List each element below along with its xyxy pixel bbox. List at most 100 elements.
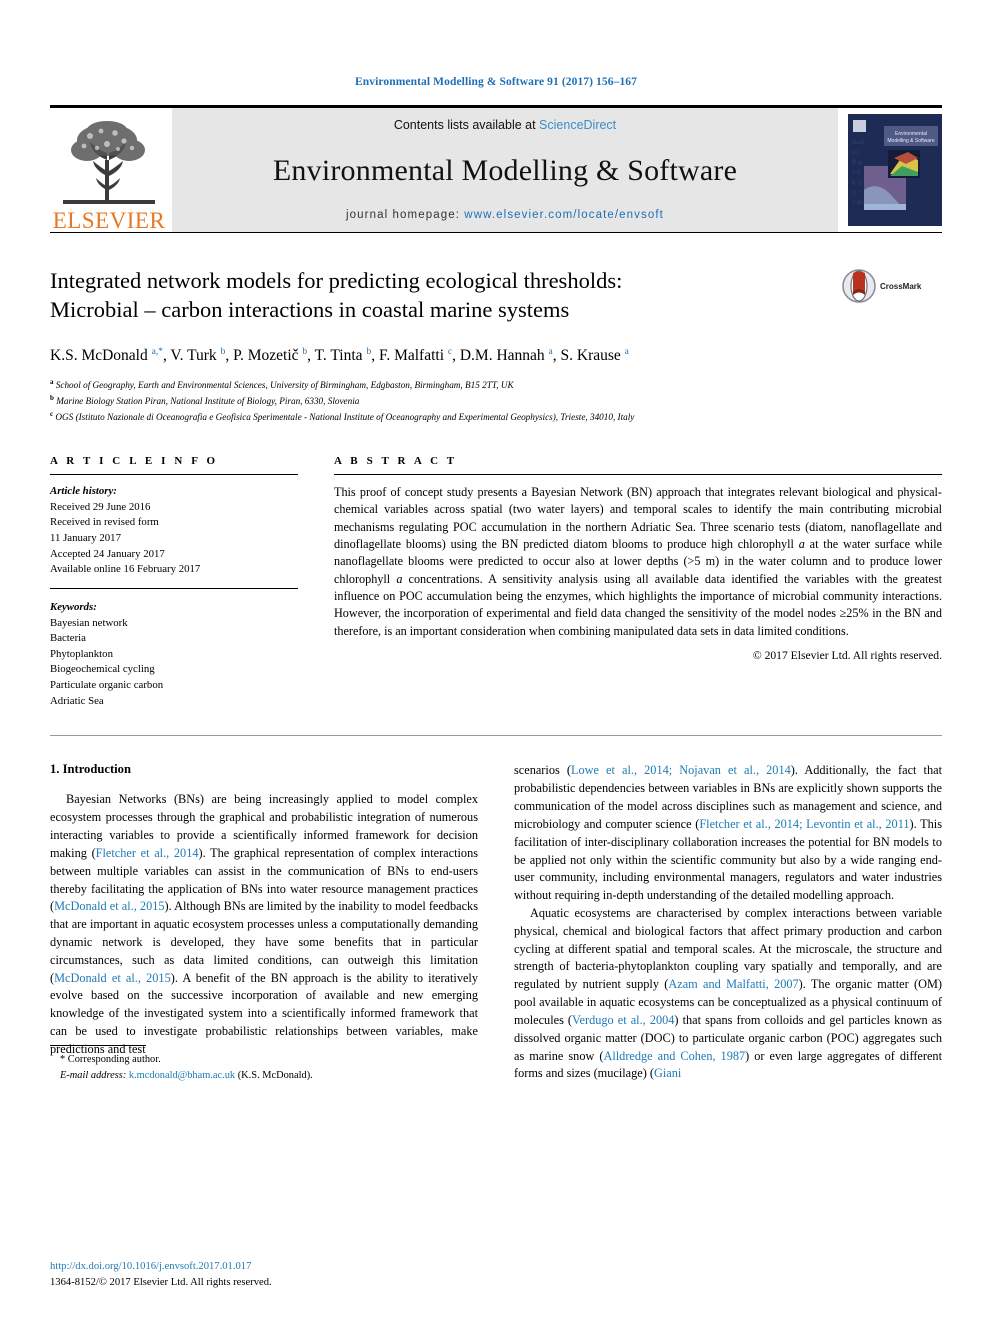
crossmark-icon (842, 269, 876, 303)
affiliation-item: b Marine Biology Station Piran, National… (50, 393, 942, 409)
keywords-label: Keywords: (50, 600, 97, 613)
keyword-item: Bayesian network (50, 616, 128, 629)
affiliation-item: c OGS (Istituto Nazionale di Oceanografi… (50, 409, 942, 425)
article-page: Environmental Modelling & Software 91 (2… (0, 0, 992, 1323)
svg-text:+ d₁: + d₁ (852, 170, 862, 176)
title-line-2: Microbial – carbon interactions in coast… (50, 296, 570, 322)
elsevier-logo: ELSEVIER (50, 108, 168, 232)
keywords-block: Keywords: Bayesian network Bacteria Phyt… (50, 600, 298, 709)
crossmark-label: CrossMark (880, 281, 922, 291)
journal-masthead: ELSEVIER Contents lists available at Sci… (50, 105, 942, 232)
journal-homepage-line: journal homepage: www.elsevier.com/locat… (346, 209, 664, 221)
history-item: 11 January 2017 (50, 531, 121, 544)
contents-available-line: Contents lists available at ScienceDirec… (394, 118, 616, 132)
affiliation-text: OGS (Istituto Nazionale di Oceanografia … (55, 412, 635, 423)
email-label: E-mail address: (60, 1069, 129, 1081)
body-columns: 1. Introduction Bayesian Networks (BNs) … (50, 762, 942, 1083)
abstract-rule (334, 474, 942, 476)
citation-fletcher-2014[interactable]: Fletcher et al., 2014 (96, 846, 199, 860)
intro-paragraph-right-2: Aquatic ecosystems are characterised by … (514, 905, 942, 1083)
article-info-rule (50, 474, 298, 476)
author-affil-marker: b (302, 346, 308, 357)
running-head: Environmental Modelling & Software 91 (2… (354, 76, 638, 88)
author-affil-marker: a (548, 346, 553, 357)
svg-text:b₂ ƒ: b₂ ƒ (852, 180, 862, 186)
keyword-item: Biogeochemical cycling (50, 663, 155, 676)
contents-prefix: Contents lists available at (393, 118, 540, 132)
journal-homepage-link[interactable]: www.elsevier.com/locate/envsoft (464, 209, 664, 221)
body-column-left: 1. Introduction Bayesian Networks (BNs) … (50, 762, 478, 1083)
sciencedirect-link[interactable]: ScienceDirect (539, 118, 616, 132)
article-history-label: Article history: (50, 485, 117, 498)
svg-text:Environmental: Environmental (895, 131, 927, 137)
author-affil-marker: b (366, 346, 372, 357)
author-list: K.S. McDonald a,*, V. Turk b, P. Mozetič… (50, 346, 629, 364)
abstract-heading: A B S T R A C T (334, 455, 458, 468)
history-item: Received in revised form (50, 516, 159, 529)
intro-right-a: scenarios ( (514, 763, 571, 778)
corresponding-email-link[interactable]: k.mcdonald@bham.ac.uk (129, 1070, 235, 1081)
body-column-right: scenarios (Lowe et al., 2014; Nojavan et… (514, 762, 942, 1083)
affiliation-list: a School of Geography, Earth and Environ… (50, 377, 942, 425)
homepage-prefix: journal homepage: (346, 209, 465, 221)
author-affil-marker: c (447, 346, 453, 357)
article-info-heading: A R T I C L E I N F O (50, 455, 219, 468)
abstract-part-3: concentrations. A sensitivity analysis u… (334, 571, 942, 638)
cover-art-icon: Environmental Modelling & Software ∂u/∂t… (848, 114, 942, 226)
affiliation-text: Marine Biology Station Piran, National I… (56, 396, 360, 406)
title-block: Integrated network models for predicting… (50, 267, 942, 325)
email-note: E-mail address: k.mcdonald@bham.ac.uk (K… (60, 1068, 478, 1084)
footnote-area: * Corresponding author. E-mail address: … (50, 1045, 478, 1083)
svg-text:∂u/∂t: ∂u/∂t (852, 139, 865, 146)
affiliation-item: a School of Geography, Earth and Environ… (50, 377, 942, 393)
history-item: Available online 16 February 2017 (50, 563, 201, 576)
abstract-text: This proof of concept study presents a B… (334, 484, 942, 640)
intro-paragraph-right-1: scenarios (Lowe et al., 2014; Nojavan et… (514, 762, 942, 905)
intro-paragraph-left: Bayesian Networks (BNs) are being increa… (50, 791, 478, 1058)
citation-lowe-nojavan-2014[interactable]: Lowe et al., 2014; Nojavan et al., 2014 (571, 763, 791, 777)
history-item: Received 29 June 2016 (50, 500, 151, 513)
citation-mcdonald-2015-b[interactable]: McDonald et al., 2015 (54, 971, 171, 985)
citation-azam-malfatti-2007[interactable]: Azam and Malfatti, 2007 (668, 977, 798, 991)
issn-copyright-line: 1364-8152/© 2017 Elsevier Ltd. All right… (50, 1277, 272, 1289)
affiliation-text: School of Geography, Earth and Environme… (55, 379, 514, 390)
elsevier-wordmark: ELSEVIER (52, 208, 166, 233)
crossmark-badge[interactable]: CrossMark (842, 269, 942, 303)
journal-cover-thumbnail: Environmental Modelling & Software ∂u/∂t… (848, 114, 942, 226)
svg-text:α ƒ: α ƒ (852, 150, 860, 156)
keyword-item: Phytoplankton (50, 647, 113, 660)
svg-text:Modelling & Software: Modelling & Software (887, 138, 934, 144)
footnote-rule (50, 1045, 146, 1047)
history-item: Accepted 24 January 2017 (50, 547, 165, 560)
keyword-item: Bacteria (50, 632, 86, 645)
email-suffix: (K.S. McDonald). (235, 1069, 313, 1081)
corresponding-author-note: * Corresponding author. (60, 1054, 161, 1066)
page-title: Integrated network models for predicting… (50, 267, 842, 325)
masthead-bottom-rule (50, 232, 942, 233)
author-affil-marker: a (624, 346, 629, 357)
elsevier-tree-icon (57, 120, 161, 208)
article-history-block: Article history: Received 29 June 2016 R… (50, 484, 298, 578)
info-abstract-section: A R T I C L E I N F O Article history: R… (50, 455, 942, 709)
affiliation-marker: c (50, 409, 54, 418)
keyword-item: Adriatic Sea (50, 694, 104, 707)
doi-link[interactable]: http://dx.doi.org/10.1016/j.envsoft.2017… (50, 1261, 251, 1272)
author-affil-marker: a,* (151, 346, 163, 357)
affiliation-marker: a (50, 377, 54, 386)
author-affil-marker: b (220, 346, 226, 357)
keyword-item: Particulate organic carbon (50, 679, 164, 692)
copyright-line: © 2017 Elsevier Ltd. All rights reserved… (752, 648, 942, 662)
article-info-column: A R T I C L E I N F O Article history: R… (50, 455, 298, 709)
abstract-column: A B S T R A C T This proof of concept st… (334, 455, 942, 662)
citation-fletcher-levontin[interactable]: Fletcher et al., 2014; Levontin et al., … (699, 817, 909, 831)
citation-mcdonald-2015-a[interactable]: McDonald et al., 2015 (54, 899, 164, 913)
affiliation-marker: b (50, 393, 54, 402)
body-separator-rule (50, 735, 942, 737)
svg-text:∇·q: ∇·q (851, 159, 861, 166)
citation-verdugo-2004[interactable]: Verdugo et al., 2004 (572, 1013, 674, 1027)
footnote-corresponding-author: * Corresponding author. E-mail address: … (50, 1052, 478, 1083)
svg-text:q₁ =: q₁ = (852, 190, 863, 196)
citation-alldredge-cohen-1987[interactable]: Alldredge and Cohen, 1987 (603, 1049, 745, 1063)
page-footer: http://dx.doi.org/10.1016/j.envsoft.2017… (50, 1259, 478, 1291)
citation-giani[interactable]: Giani (654, 1066, 681, 1080)
